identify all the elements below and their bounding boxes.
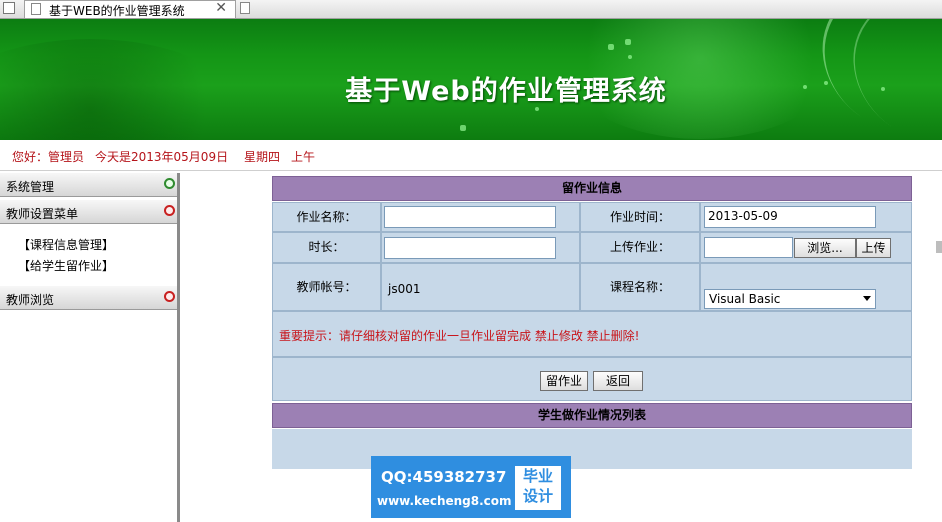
upload-file-path[interactable] — [704, 237, 793, 258]
page-icon — [3, 2, 15, 14]
banner-sparkle — [625, 39, 631, 45]
time-label-cell: 作业时间： — [580, 202, 700, 232]
banner-sparkle — [608, 44, 614, 50]
sidebar-menu-label: 教师浏览 — [6, 293, 55, 307]
banner-sparkle — [460, 125, 466, 131]
watermark-badge-line2: 设计 — [522, 487, 553, 505]
period-text: 上午 — [291, 150, 316, 164]
name-label-cell: 作业名称： — [272, 202, 381, 232]
watermark: QQ:459382737 www.kecheng8.com 毕业 设计 — [371, 456, 571, 518]
upload-label-cell: 上传作业： — [580, 232, 700, 263]
notice-cell: 重要提示：请仔细核对留的作业一旦作业留完成 禁止修改 禁止删除! — [272, 311, 912, 357]
collapse-icon[interactable] — [164, 205, 175, 216]
sidebar-menu-teacher-settings[interactable]: 教师设置菜单 — [0, 200, 177, 224]
teacher-label: 教师帐号： — [296, 280, 357, 294]
homework-date-input[interactable]: 2013-05-09 — [704, 206, 876, 228]
scrollbar-edge[interactable] — [936, 241, 942, 253]
course-select-cell: Visual Basic — [700, 263, 912, 311]
important-notice: 重要提示：请仔细核对留的作业一旦作业留完成 禁止修改 禁止删除! — [279, 329, 640, 343]
header-banner: 基于Web的作业管理系统 — [0, 19, 942, 140]
actions-cell: 留作业 返回 — [272, 357, 912, 401]
banner-sparkle — [628, 55, 632, 59]
tab-title: 基于WEB的作业管理系统 — [49, 4, 185, 18]
browser-tab-strip: 基于WEB的作业管理系统 ✕ — [0, 0, 942, 19]
greeting-text: 您好：管理员 — [12, 150, 85, 164]
course-selected-value: Visual Basic — [709, 292, 781, 306]
sidebar-item-assign-homework[interactable]: 【给学生留作业】 — [18, 257, 114, 274]
course-label-cell: 课程名称： — [580, 263, 700, 311]
date-text: 今天是2013年05月09日 — [95, 150, 229, 164]
assign-homework-button[interactable]: 留作业 — [540, 371, 588, 391]
expand-icon[interactable] — [164, 178, 175, 189]
name-label: 作业名称： — [296, 210, 357, 224]
course-label: 课程名称： — [609, 280, 670, 294]
name-input-cell — [381, 202, 580, 232]
browse-button[interactable]: 浏览... — [794, 238, 856, 258]
section-title: 留作业信息 — [272, 176, 912, 201]
collapse-icon[interactable] — [164, 291, 175, 302]
sidebar-menu-system[interactable]: 系统管理 — [0, 173, 177, 197]
back-button[interactable]: 返回 — [593, 371, 643, 391]
upload-label: 上传作业： — [609, 240, 670, 254]
document-icon — [31, 3, 41, 15]
upload-cell: 浏览... 上传 — [700, 232, 912, 263]
close-icon[interactable]: ✕ — [215, 0, 227, 16]
new-tab-icon[interactable] — [240, 2, 250, 14]
duration-label-cell: 时长： — [272, 232, 381, 263]
watermark-url: www.kecheng8.com — [377, 494, 512, 508]
sidebar-menu-label: 系统管理 — [6, 180, 55, 194]
watermark-badge-line1: 毕业 — [522, 467, 553, 485]
weekday-text: 星期四 — [244, 150, 281, 164]
duration-label: 时长： — [308, 240, 345, 254]
duration-input-cell — [381, 232, 580, 263]
upload-button[interactable]: 上传 — [856, 238, 891, 258]
browser-tab[interactable]: 基于WEB的作业管理系统 ✕ — [24, 0, 236, 18]
student-list-title: 学生做作业情况列表 — [272, 403, 912, 428]
teacher-label-cell: 教师帐号： — [272, 263, 381, 311]
welcome-bar: 您好：管理员 今天是2013年05月09日 星期四 上午 — [0, 140, 942, 171]
time-label: 作业时间： — [609, 210, 670, 224]
sidebar: 系统管理 教师设置菜单 【课程信息管理】 【给学生留作业】 教师浏览 — [0, 173, 180, 522]
student-list-body — [272, 429, 912, 469]
sidebar-menu-label: 教师设置菜单 — [6, 207, 79, 221]
chevron-down-icon — [863, 296, 871, 301]
sidebar-menu-teacher-browse[interactable]: 教师浏览 — [0, 286, 177, 310]
watermark-qq: QQ:459382737 — [381, 468, 507, 486]
homework-name-input[interactable] — [384, 206, 556, 228]
sidebar-item-course-info[interactable]: 【课程信息管理】 — [18, 236, 114, 253]
teacher-value-cell: js001 — [381, 263, 580, 311]
course-select[interactable]: Visual Basic — [704, 289, 876, 309]
time-input-cell: 2013-05-09 — [700, 202, 912, 232]
system-title: 基于Web的作业管理系统 — [345, 76, 667, 107]
duration-input[interactable] — [384, 237, 556, 259]
teacher-account-value: js001 — [388, 282, 421, 296]
watermark-badge: 毕业 设计 — [515, 466, 561, 510]
